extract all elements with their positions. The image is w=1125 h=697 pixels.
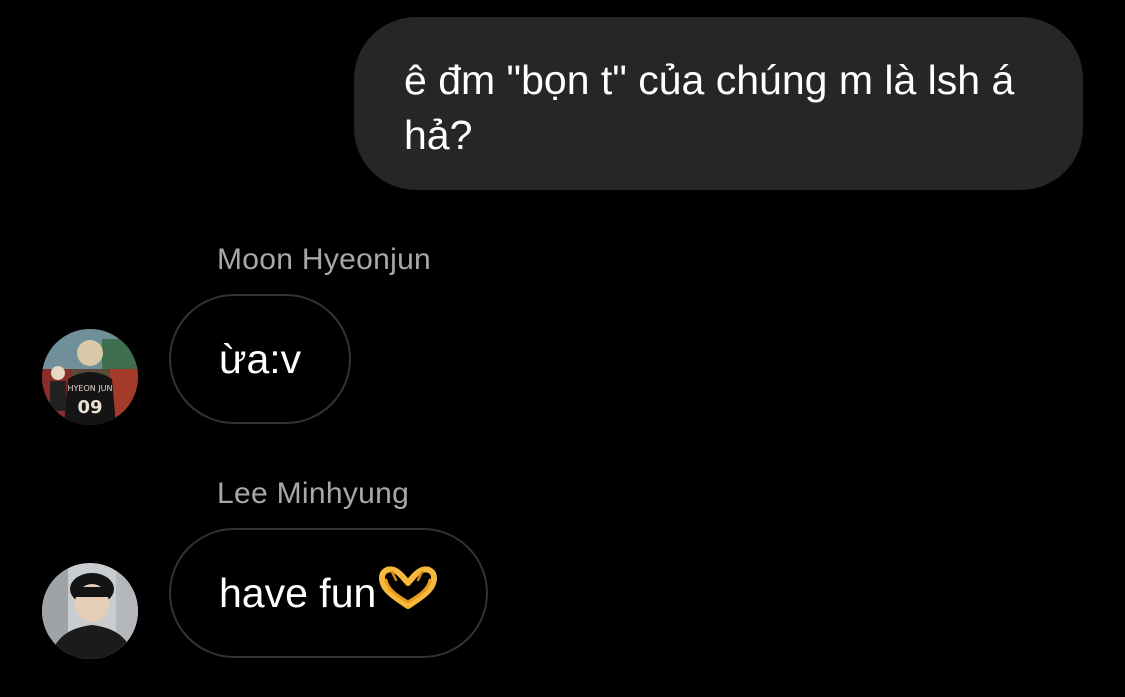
outgoing-message-bubble[interactable]: ê đm "bọn t" của chúng m là lsh á hả? — [354, 17, 1083, 190]
svg-text:HYEON JUN: HYEON JUN — [68, 384, 113, 393]
avatar-moon-hyeonjun[interactable]: HYEON JUN 09 — [42, 329, 138, 425]
svg-text:09: 09 — [77, 397, 102, 418]
user-avatar-photo-icon — [42, 563, 138, 659]
incoming-message-text: ừa:v — [219, 335, 302, 382]
heart-hands-emoji-icon — [378, 566, 438, 620]
incoming-message-bubble[interactable]: have fun — [169, 528, 489, 658]
avatar-lee-minhyung[interactable] — [42, 563, 138, 659]
incoming-message-text: have fun — [219, 569, 377, 616]
sender-name-moon-hyeonjun: Moon Hyeonjun — [217, 243, 432, 276]
incoming-message-bubble[interactable]: ừa:v — [169, 294, 352, 424]
outgoing-message-text: ê đm "bọn t" của chúng m là lsh á hả? — [404, 57, 1015, 158]
user-avatar-photo-icon: HYEON JUN 09 — [42, 329, 138, 425]
sender-name-lee-minhyung: Lee Minhyung — [217, 477, 410, 510]
